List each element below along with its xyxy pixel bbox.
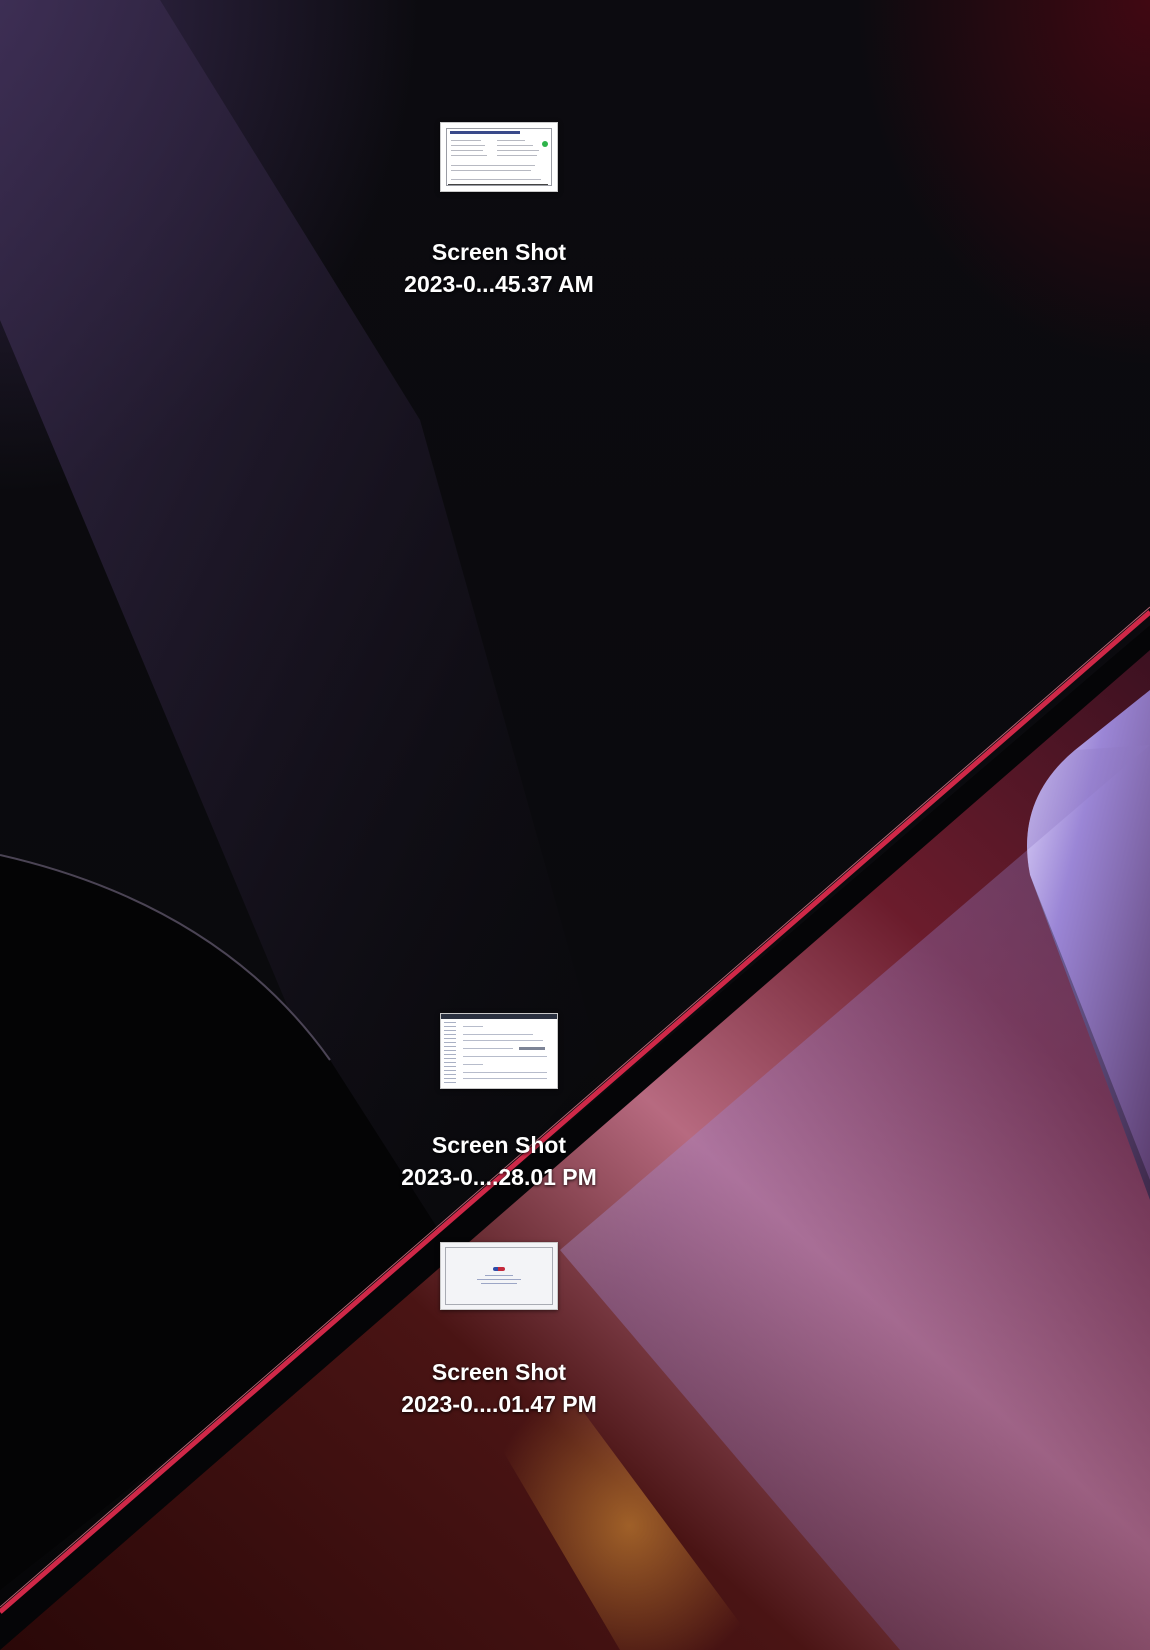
desktop-file-screenshot-1[interactable]: Screen Shot 2023-0...45.37 AM bbox=[369, 122, 629, 300]
desktop-file-screenshot-2[interactable]: Screen Shot 2023-0....28.01 PM bbox=[369, 1013, 629, 1193]
file-name-label: Screen Shot 2023-0....28.01 PM bbox=[369, 1129, 629, 1193]
file-thumbnail bbox=[440, 1242, 558, 1310]
file-name-line-2: 2023-0...45.37 AM bbox=[404, 271, 594, 297]
file-name-label: Screen Shot 2023-0...45.37 AM bbox=[369, 236, 629, 300]
file-name-line-2: 2023-0....28.01 PM bbox=[401, 1164, 597, 1190]
file-name-line-2: 2023-0....01.47 PM bbox=[401, 1391, 597, 1417]
file-name-line-1: Screen Shot bbox=[431, 1359, 567, 1385]
file-name-line-1: Screen Shot bbox=[431, 1132, 567, 1158]
file-name-label: Screen Shot 2023-0....01.47 PM bbox=[369, 1356, 629, 1420]
desktop-file-screenshot-3[interactable]: Screen Shot 2023-0....01.47 PM bbox=[369, 1242, 629, 1420]
file-thumbnail bbox=[440, 122, 558, 192]
desktop[interactable]: Screen Shot 2023-0...45.37 AM Screen Sho… bbox=[0, 0, 1150, 1650]
file-name-line-1: Screen Shot bbox=[431, 239, 567, 265]
file-thumbnail bbox=[440, 1013, 558, 1089]
